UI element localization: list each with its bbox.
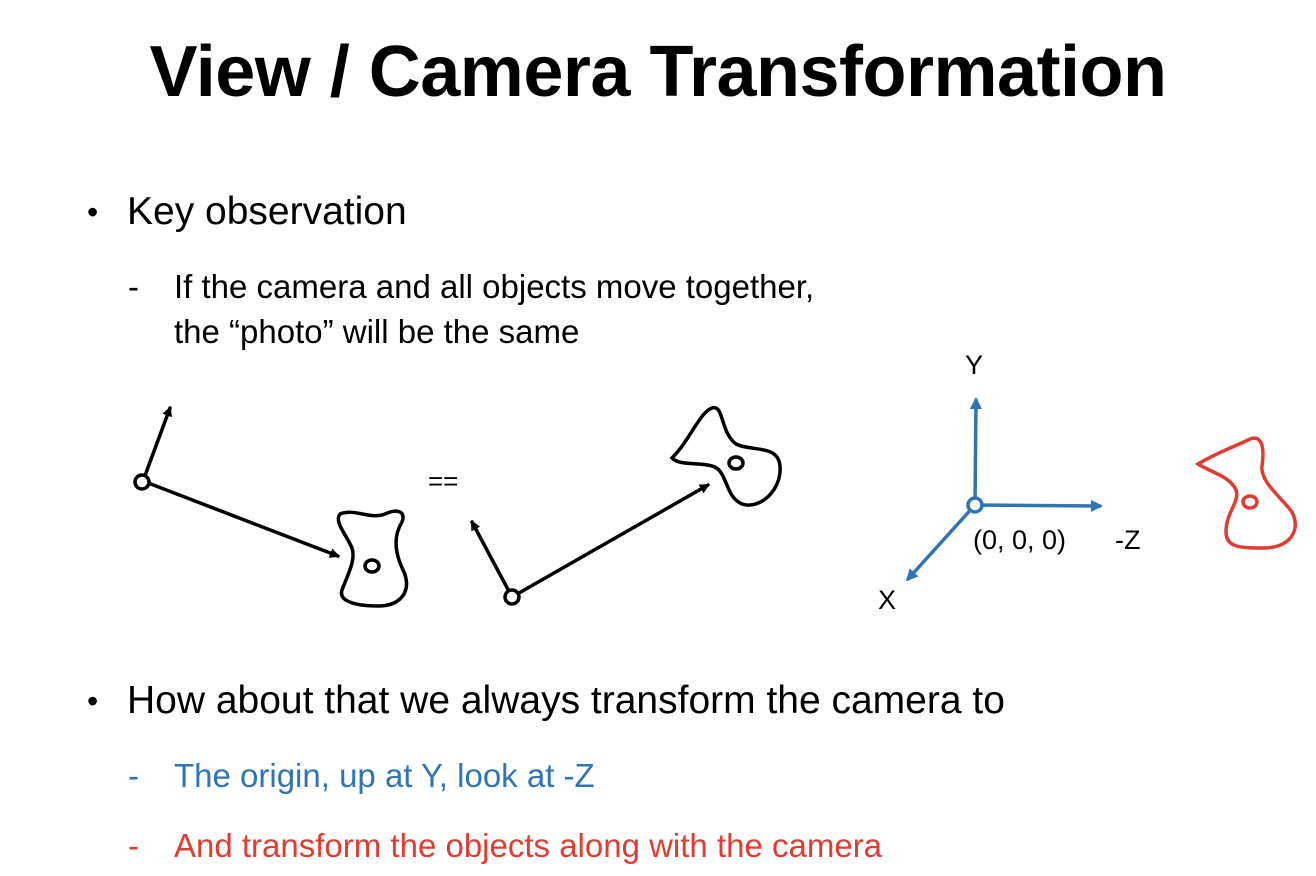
neg-z-axis-label: -Z (1115, 525, 1141, 555)
camera-origin (133, 473, 151, 491)
y-axis-label: Y (965, 350, 984, 380)
camera-origin (503, 588, 521, 606)
camera-up-arrow (470, 520, 514, 599)
y-axis (969, 397, 982, 507)
axes-origin (966, 496, 984, 514)
neg-z-axis (973, 499, 1103, 512)
camera-diagram (133, 397, 1297, 608)
camera-left (133, 406, 340, 558)
object-right (669, 406, 782, 507)
x-axis (905, 503, 977, 582)
object-red (1194, 436, 1297, 550)
equals-sign: == (428, 466, 459, 496)
x-axis-label: X (878, 585, 897, 615)
camera-look-arrow (510, 483, 710, 599)
origin-label: (0, 0, 0) (973, 525, 1067, 555)
camera-right (470, 483, 710, 606)
camera-up-arrow (141, 406, 172, 483)
object-left (336, 509, 409, 608)
camera-look-arrow (141, 479, 340, 558)
